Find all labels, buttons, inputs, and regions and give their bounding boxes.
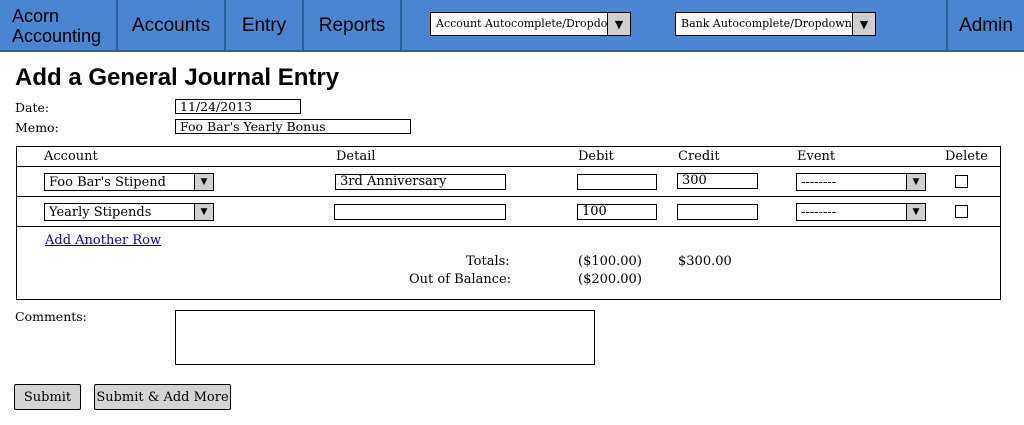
nav-separator (400, 0, 402, 52)
row-2-credit-input[interactable] (677, 204, 758, 220)
brand-logo[interactable]: Acorn Accounting (12, 0, 112, 52)
nav-admin-label: Admin (959, 15, 1013, 36)
triangle-down-icon[interactable]: ▼ (852, 13, 875, 35)
nav-entry[interactable]: Entry (226, 0, 302, 52)
table-row-divider (16, 196, 1001, 197)
row-2-detail-input[interactable] (334, 204, 506, 220)
top-nav-bar: Acorn Accounting Accounts Entry Reports … (0, 0, 1024, 52)
nav-reports[interactable]: Reports (304, 0, 400, 52)
column-header-detail: Detail (336, 149, 376, 164)
row-1-detail-input[interactable]: 3rd Anniversary (335, 174, 506, 190)
row-1-account-select[interactable]: Foo Bar's Stipend ▼ (44, 173, 214, 191)
column-header-credit: Credit (678, 149, 720, 164)
out-of-balance-value: ($200.00) (578, 272, 642, 287)
memo-field[interactable]: Foo Bar's Yearly Bonus (175, 119, 411, 134)
triangle-down-icon[interactable]: ▼ (194, 174, 213, 190)
triangle-down-icon[interactable]: ▼ (906, 204, 925, 220)
nav-accounts[interactable]: Accounts (118, 0, 224, 52)
brand-line-2: Accounting (12, 26, 102, 46)
row-1-event-value: -------- (801, 175, 837, 190)
submit-button[interactable]: Submit (14, 384, 81, 410)
page-title: Add a General Journal Entry (15, 64, 340, 91)
submit-and-add-more-button[interactable]: Submit & Add More (94, 384, 231, 410)
account-dropdown-text: Account Autocomplete/Dropdown (436, 17, 624, 30)
triangle-down-icon[interactable]: ▼ (607, 13, 630, 35)
totals-credit-value: $300.00 (678, 254, 732, 269)
column-header-account: Account (44, 149, 98, 164)
column-header-delete: Delete (945, 149, 988, 164)
comments-label: Comments: (15, 309, 87, 324)
triangle-down-icon[interactable]: ▼ (906, 174, 925, 190)
row-2-event-select[interactable]: -------- ▼ (796, 203, 926, 221)
row-1-delete-checkbox[interactable] (955, 175, 968, 188)
row-2-debit-input[interactable]: 100 (577, 204, 657, 220)
row-1-credit-input[interactable]: 300 (677, 173, 758, 189)
add-another-row-link[interactable]: Add Another Row (45, 233, 161, 248)
date-label: Date: (15, 100, 50, 115)
memo-label: Memo: (15, 120, 59, 135)
totals-label: Totals: (466, 254, 510, 269)
column-header-debit: Debit (578, 149, 614, 164)
row-2-delete-checkbox[interactable] (955, 205, 968, 218)
row-1-debit-input[interactable] (577, 174, 657, 190)
row-2-account-value: Yearly Stipends (49, 205, 152, 220)
account-autocomplete-dropdown[interactable]: Account Autocomplete/Dropdown ▼ (430, 12, 631, 36)
table-row-divider (16, 226, 1001, 227)
date-field[interactable]: 11/24/2013 (175, 99, 301, 114)
nav-accounts-label: Accounts (131, 15, 211, 36)
nav-reports-label: Reports (318, 15, 386, 36)
column-header-event: Event (797, 149, 836, 164)
comments-textarea[interactable] (175, 310, 595, 365)
row-2-account-select[interactable]: Yearly Stipends ▼ (44, 203, 214, 221)
bank-autocomplete-dropdown[interactable]: Bank Autocomplete/Dropdown ▼ (675, 12, 876, 36)
brand-line-1: Acorn (12, 6, 60, 26)
row-2-event-value: -------- (801, 205, 837, 220)
row-1-account-value: Foo Bar's Stipend (49, 175, 166, 190)
row-1-event-select[interactable]: -------- ▼ (796, 173, 926, 191)
totals-debit-value: ($100.00) (578, 254, 642, 269)
triangle-down-icon[interactable]: ▼ (194, 204, 213, 220)
out-of-balance-label: Out of Balance: (409, 272, 512, 287)
table-header-divider (16, 166, 1001, 167)
nav-entry-label: Entry (241, 15, 287, 36)
bank-dropdown-text: Bank Autocomplete/Dropdown (681, 17, 852, 30)
nav-admin[interactable]: Admin (948, 0, 1024, 52)
